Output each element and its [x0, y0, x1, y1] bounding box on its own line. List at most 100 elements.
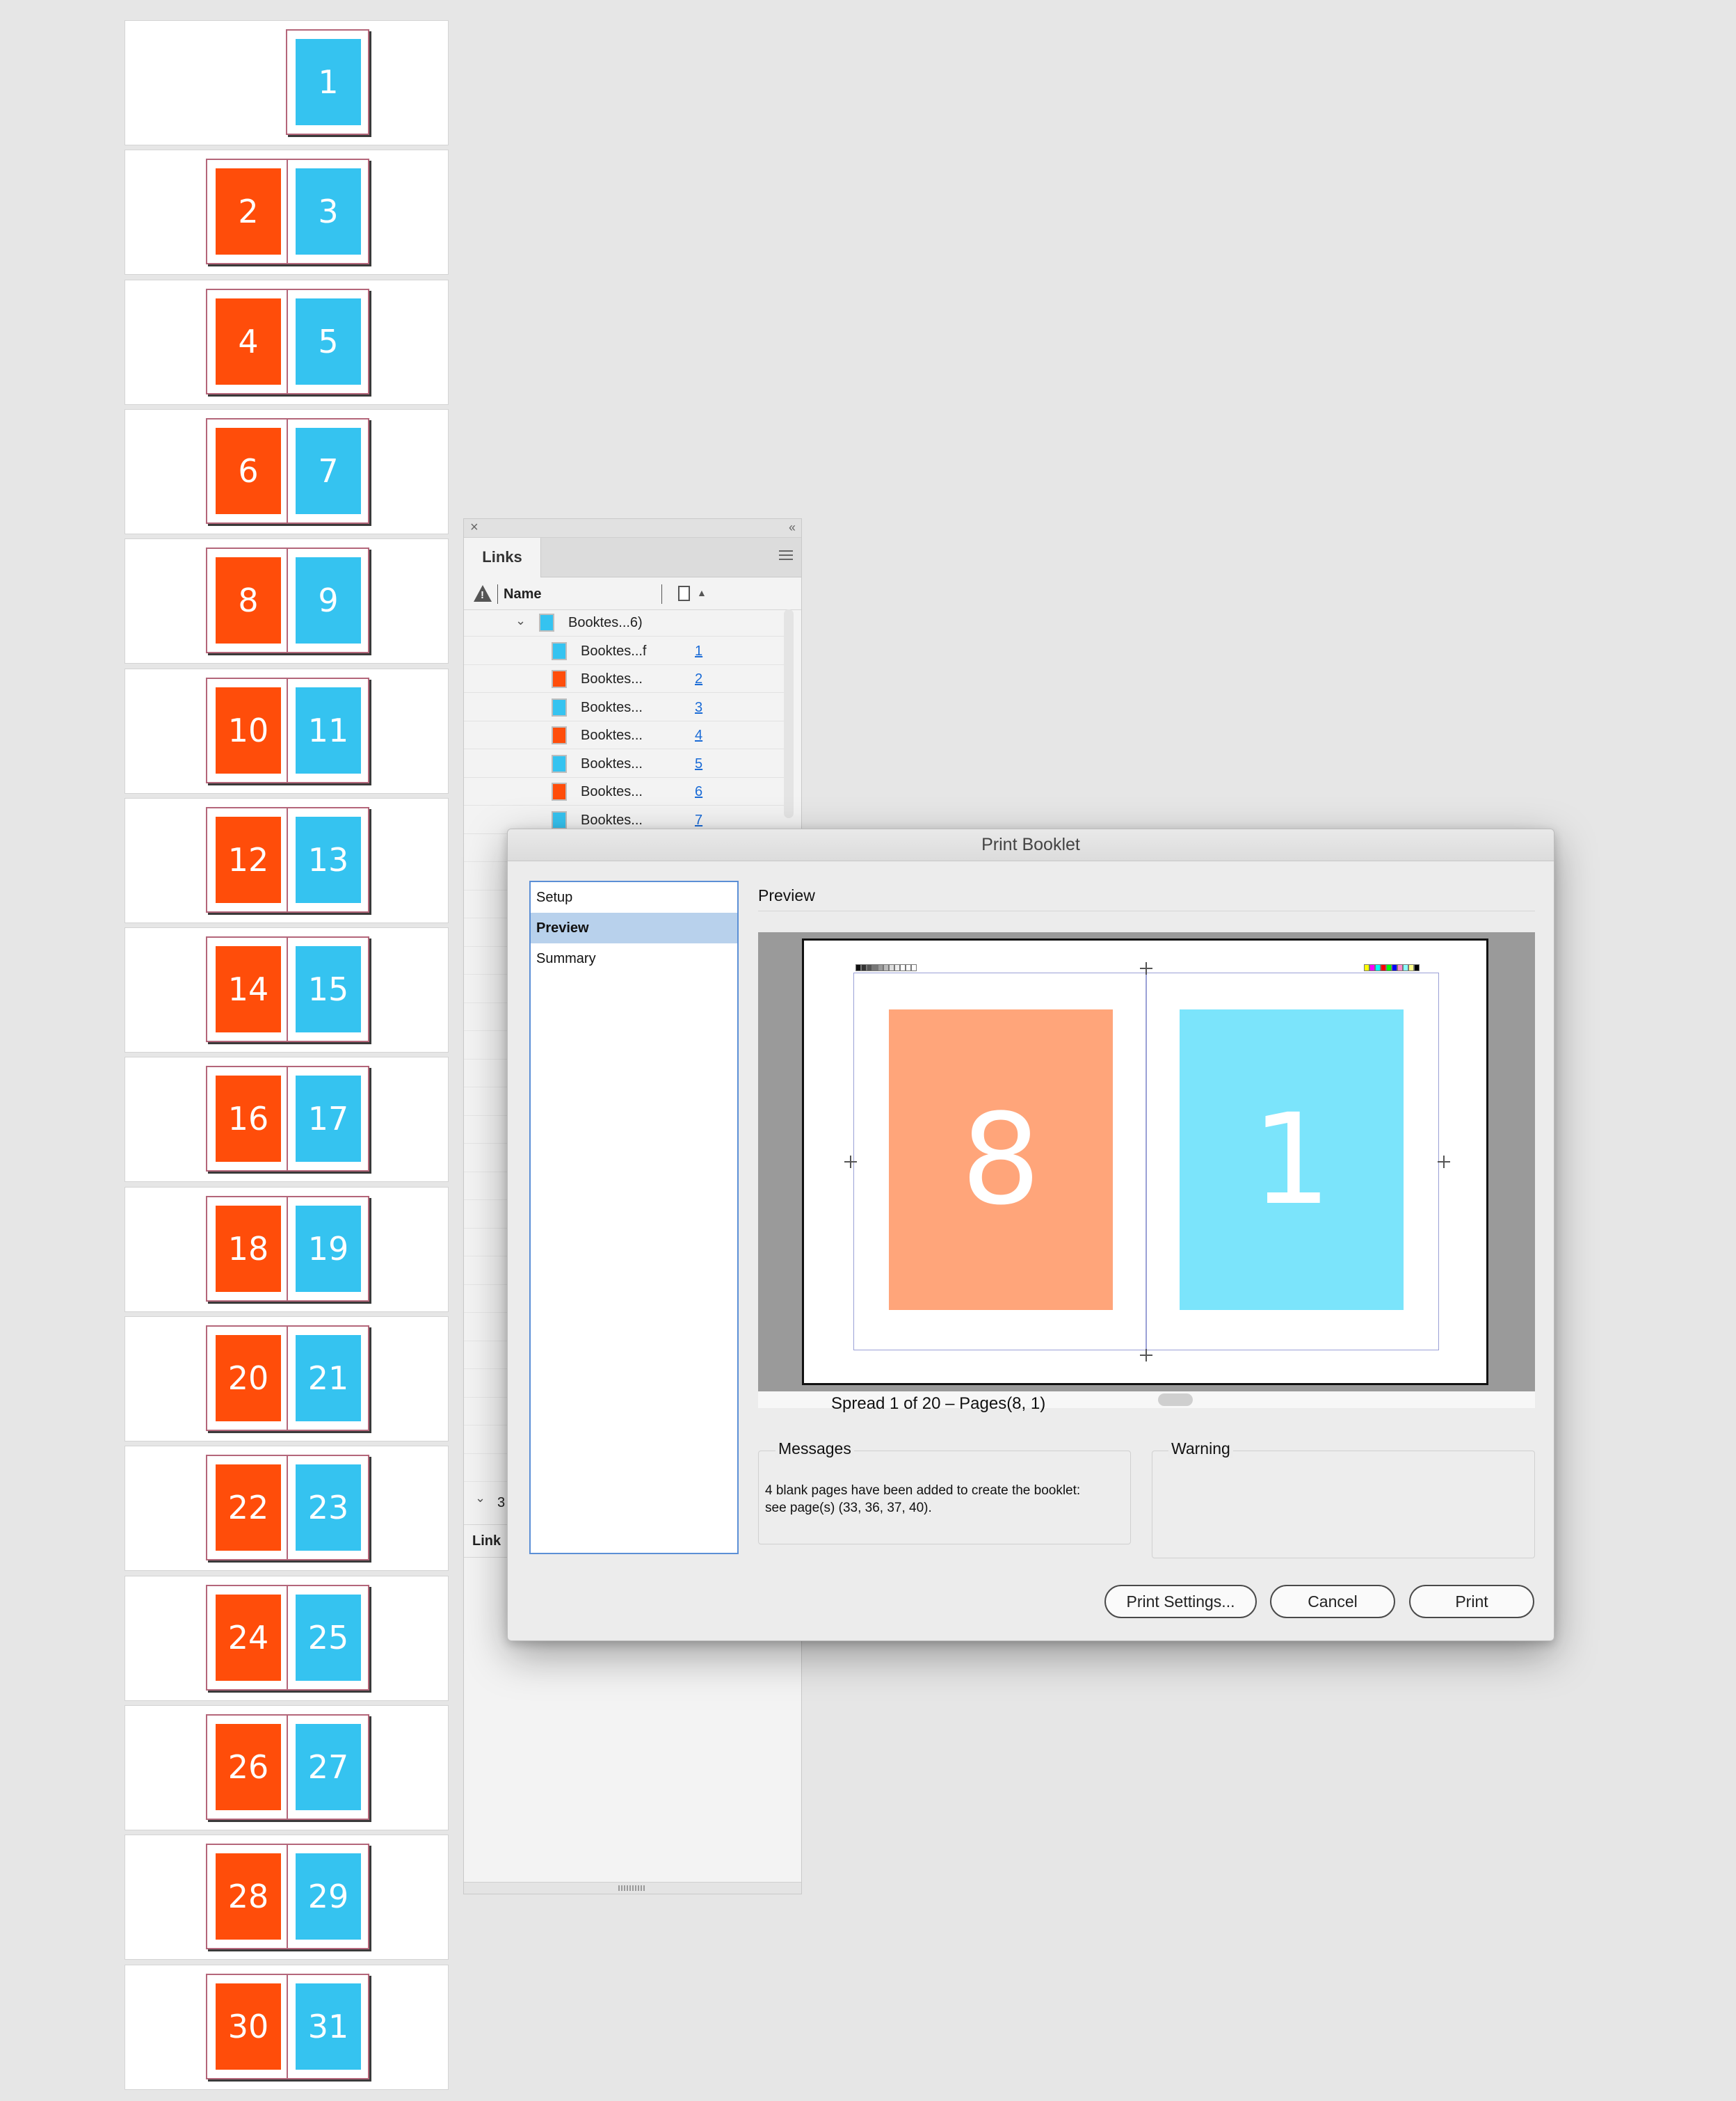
spread-row[interactable]: 22 23	[124, 1446, 449, 1571]
page-thumbnail[interactable]: 11	[296, 687, 361, 774]
link-page-number[interactable]: 5	[695, 756, 702, 772]
cancel-button[interactable]: Cancel	[1270, 1585, 1395, 1618]
spread-thumbnail[interactable]: 26 27	[206, 1714, 369, 1820]
link-row[interactable]: Booktes... 3	[464, 693, 791, 721]
page-thumbnail[interactable]: 18	[216, 1206, 281, 1292]
column-divider	[661, 584, 662, 604]
page-column-icon[interactable]	[678, 586, 690, 601]
page-thumbnail[interactable]: 3	[296, 168, 361, 255]
page-thumbnail[interactable]: 10	[216, 687, 281, 774]
spread-row[interactable]: 20 21	[124, 1316, 449, 1441]
page-thumbnail[interactable]: 17	[296, 1076, 361, 1162]
page-thumbnail[interactable]: 14	[216, 946, 281, 1032]
page-thumbnail[interactable]: 15	[296, 946, 361, 1032]
grayscale-bar	[855, 964, 917, 971]
chevron-down-icon[interactable]: ⌄	[515, 614, 526, 628]
spread-row[interactable]: 89	[124, 538, 449, 664]
page-thumbnail[interactable]: 7	[296, 428, 361, 514]
page-thumbnail[interactable]: 4	[216, 298, 281, 385]
link-page-number[interactable]: 1	[695, 644, 702, 660]
panel-menu-icon[interactable]	[779, 550, 793, 563]
nav-setup[interactable]: Setup	[531, 882, 737, 913]
links-scrollbar[interactable]	[784, 609, 794, 818]
link-page-number[interactable]: 2	[695, 671, 702, 687]
close-icon[interactable]: ×	[470, 520, 479, 536]
spread-thumbnail[interactable]: 89	[206, 548, 369, 653]
page-thumbnail[interactable]: 29	[296, 1853, 361, 1940]
link-page-number[interactable]: 6	[695, 784, 702, 800]
page-thumbnail[interactable]: 24	[216, 1595, 281, 1681]
print-button[interactable]: Print	[1409, 1585, 1534, 1618]
link-page-number[interactable]: 7	[695, 813, 702, 829]
spread-thumbnail[interactable]: 16 17	[206, 1066, 369, 1172]
page-thumbnail[interactable]: 1	[296, 39, 361, 125]
link-page-number[interactable]: 3	[695, 700, 702, 716]
spread-thumbnail[interactable]: 18 19	[206, 1196, 369, 1302]
link-page-number[interactable]: 4	[695, 728, 702, 744]
spread-row[interactable]: 26 27	[124, 1705, 449, 1830]
link-row[interactable]: Booktes... 2	[464, 664, 791, 693]
page-thumbnail[interactable]: 8	[216, 557, 281, 644]
resize-grip-icon[interactable]	[618, 1885, 646, 1891]
link-row[interactable]: Booktes... 4	[464, 721, 791, 749]
spread-row[interactable]: 45	[124, 280, 449, 405]
nav-preview[interactable]: Preview	[531, 913, 737, 943]
link-row[interactable]: Booktes... 6	[464, 777, 791, 806]
print-settings-button[interactable]: Print Settings...	[1104, 1585, 1257, 1618]
spread-row[interactable]: 12 13	[124, 798, 449, 923]
spread-thumbnail[interactable]: 12 13	[206, 807, 369, 913]
page-thumbnail[interactable]: 13	[296, 817, 361, 903]
page-thumbnail[interactable]: 28	[216, 1853, 281, 1940]
page-thumbnail[interactable]: 5	[296, 298, 361, 385]
collapse-icon[interactable]: ‹‹	[789, 520, 796, 535]
spread-thumbnail[interactable]: 30 31	[206, 1974, 369, 2079]
spread-thumbnail[interactable]: 28 29	[206, 1844, 369, 1949]
page-thumbnail[interactable]: 19	[296, 1206, 361, 1292]
link-row[interactable]: Booktes...f 1	[464, 637, 791, 665]
spread-row[interactable]: 18 19	[124, 1187, 449, 1312]
spread-row[interactable]: 28 29	[124, 1835, 449, 1960]
page-thumbnail[interactable]: 22	[216, 1464, 281, 1551]
preview-scroll-thumb[interactable]	[1158, 1393, 1193, 1406]
spread-divider	[287, 1327, 288, 1430]
page-thumbnail[interactable]: 20	[216, 1335, 281, 1421]
chevron-down-icon[interactable]: ⌄	[475, 1491, 485, 1505]
page-thumbnail[interactable]: 6	[216, 428, 281, 514]
links-parent-row[interactable]: ⌄ Booktes...6)	[464, 608, 791, 637]
name-column-header[interactable]: Name	[504, 586, 541, 602]
spread-row[interactable]: 16 17	[124, 1057, 449, 1182]
spread-thumbnail[interactable]: 1	[286, 29, 369, 135]
spread-thumbnail[interactable]: 45	[206, 289, 369, 394]
spread-row[interactable]: 1	[124, 20, 449, 145]
page-thumbnail[interactable]: 23	[296, 1464, 361, 1551]
spread-thumbnail[interactable]: 14 15	[206, 936, 369, 1042]
page-thumbnail[interactable]: 27	[296, 1724, 361, 1810]
page-thumbnail[interactable]: 25	[296, 1595, 361, 1681]
spread-row[interactable]: 24 25	[124, 1576, 449, 1701]
tab-links[interactable]: Links	[464, 538, 541, 577]
links-resize-bar[interactable]	[464, 1882, 801, 1894]
spread-row[interactable]: 30 31	[124, 1965, 449, 2090]
spread-row[interactable]: 10 11	[124, 669, 449, 794]
warning-icon[interactable]	[474, 585, 492, 602]
spread-thumbnail[interactable]: 10 11	[206, 678, 369, 783]
page-thumbnail[interactable]: 16	[216, 1076, 281, 1162]
spread-row[interactable]: 67	[124, 409, 449, 534]
page-thumbnail[interactable]: 31	[296, 1983, 361, 2070]
spread-thumbnail[interactable]: 67	[206, 418, 369, 524]
page-thumbnail[interactable]: 12	[216, 817, 281, 903]
sort-ascending-icon[interactable]: ▲	[697, 587, 707, 598]
page-thumbnail[interactable]: 2	[216, 168, 281, 255]
spread-thumbnail[interactable]: 22 23	[206, 1455, 369, 1560]
page-thumbnail[interactable]: 30	[216, 1983, 281, 2070]
page-thumbnail[interactable]: 26	[216, 1724, 281, 1810]
nav-summary[interactable]: Summary	[531, 943, 737, 974]
spread-thumbnail[interactable]: 20 21	[206, 1325, 369, 1431]
spread-thumbnail[interactable]: 24 25	[206, 1585, 369, 1691]
spread-row[interactable]: 23	[124, 150, 449, 275]
link-row[interactable]: Booktes... 5	[464, 749, 791, 778]
page-thumbnail[interactable]: 9	[296, 557, 361, 644]
spread-row[interactable]: 14 15	[124, 927, 449, 1053]
page-thumbnail[interactable]: 21	[296, 1335, 361, 1421]
spread-thumbnail[interactable]: 23	[206, 159, 369, 264]
